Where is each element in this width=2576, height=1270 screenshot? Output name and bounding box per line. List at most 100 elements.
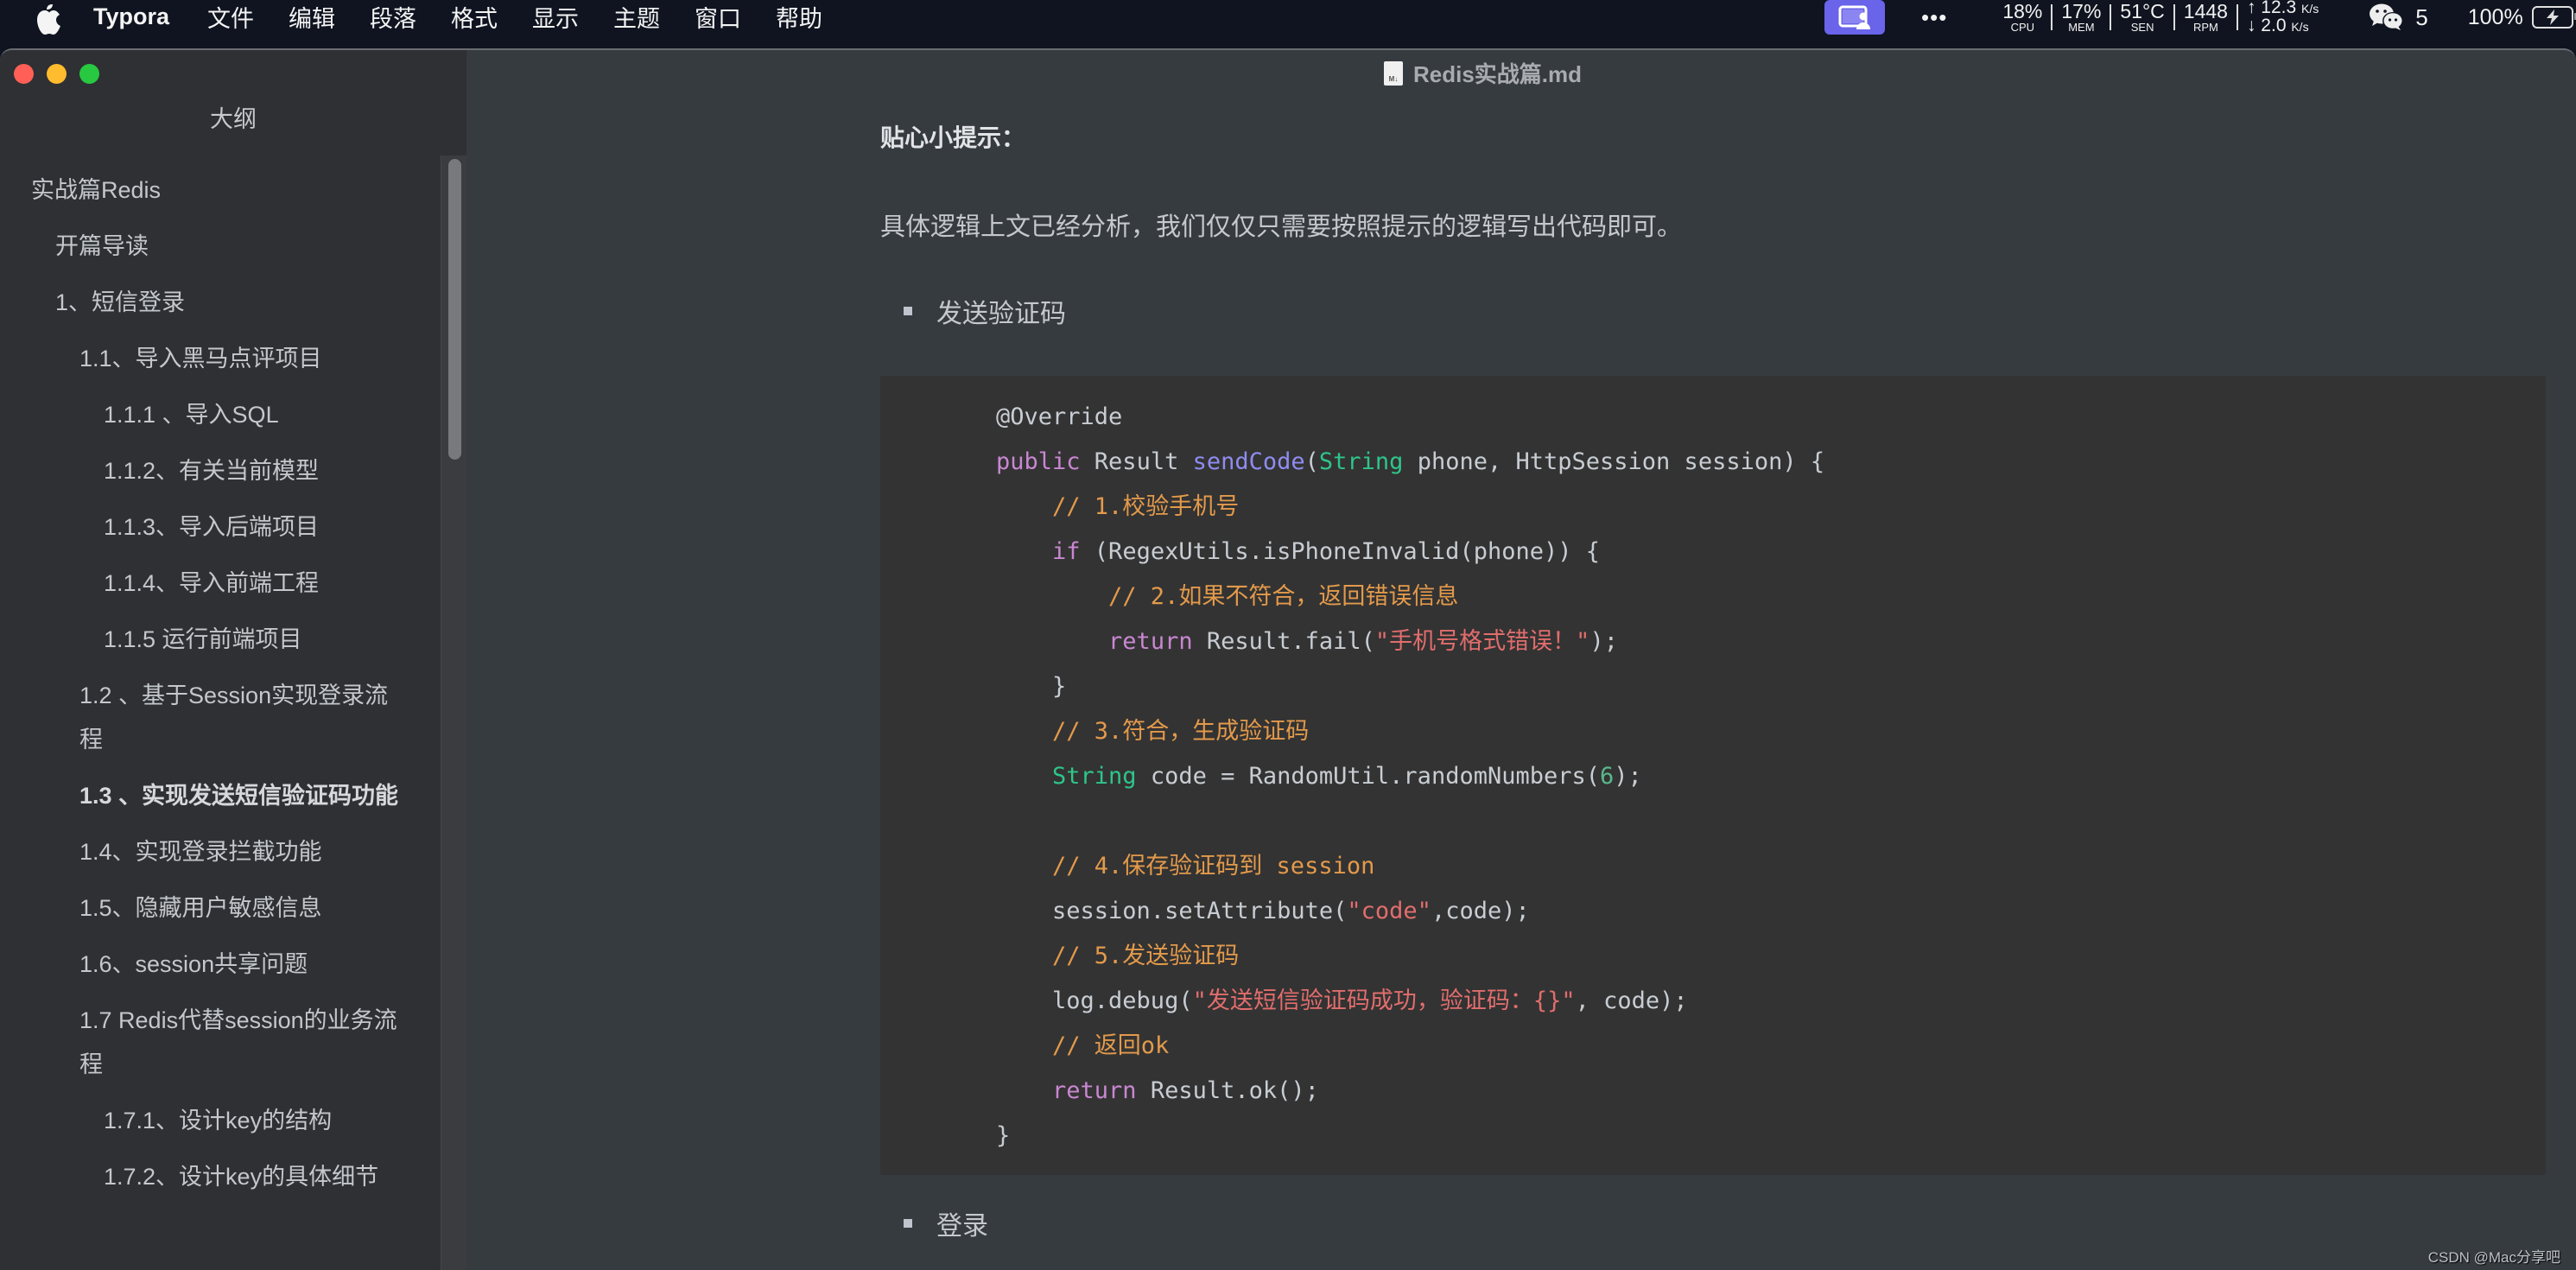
menu-file[interactable]: 文件: [207, 0, 254, 34]
code-token: ,code);: [1431, 898, 1530, 924]
cpu-stat[interactable]: 18% CPU: [1994, 1, 2051, 34]
minimize-window-button[interactable]: [47, 64, 67, 84]
code-token: }: [996, 1122, 1011, 1149]
outline-item[interactable]: 1、短信登录: [0, 275, 436, 331]
code-token: // 5.发送验证码: [996, 943, 1240, 969]
menu-window[interactable]: 窗口: [695, 0, 741, 34]
apple-logo-icon[interactable]: [33, 3, 62, 38]
code-token: code = RandomUtil.randomNumbers(: [1136, 763, 1601, 790]
outline-sidebar: 大纲 实战篇Redis 开篇导读 1、短信登录 1.1、导入黑马点评项目 1.1.1 、…: [0, 50, 467, 1270]
code-token: Result.ok();: [1136, 1077, 1319, 1104]
code-token: // 返回ok: [996, 1032, 1170, 1059]
screen-share-button[interactable]: [1824, 0, 1885, 35]
code-token: phone, HttpSession session) {: [1403, 448, 1825, 475]
outline-item[interactable]: 1.1.4、导入前端工程: [0, 556, 436, 612]
outline-title: 大纲: [210, 106, 257, 132]
typora-window: 大纲 实战篇Redis 开篇导读 1、短信登录 1.1、导入黑马点评项目 1.1.1 、…: [0, 48, 2576, 1270]
wechat-icon: [2370, 3, 2404, 30]
code-line: return Result.fail("手机号格式错误！");: [996, 619, 1824, 664]
paragraph: 具体逻辑上文已经分析，我们仅仅只需要按照提示的逻辑写出代码即可。: [880, 213, 1683, 241]
code-token: String: [1052, 763, 1137, 790]
outline-item[interactable]: 1.1、导入黑马点评项目: [0, 331, 436, 387]
code-line: // 5.发送验证码: [996, 934, 1824, 979]
code-token: // 2.如果不符合，返回错误信息: [996, 583, 1459, 610]
code-token: if: [1052, 538, 1081, 565]
code-line: @Override: [996, 395, 1824, 440]
outline-item[interactable]: 1.4、实现登录拦截功能: [0, 824, 436, 880]
battery-percent: 100%: [2467, 4, 2523, 29]
code-token: "手机号格式错误！": [1374, 628, 1590, 655]
wechat-unread-count: 5: [2415, 3, 2428, 30]
menu-theme[interactable]: 主题: [613, 0, 660, 34]
code-token: Result: [1094, 448, 1193, 475]
list-item-label: 登录: [936, 1212, 988, 1241]
code-token: Result.fail(: [1192, 628, 1375, 655]
code-token: }: [996, 673, 1067, 700]
code-line: // 返回ok: [996, 1024, 1824, 1069]
code-token: (RegexUtils.isPhoneInvalid(phone)) {: [1080, 538, 1600, 565]
net-down-value: ↓ 2.0: [2246, 16, 2287, 35]
outline-item[interactable]: 1.7 Redis代替session的业务流程: [0, 993, 436, 1093]
list-item-login: 登录: [904, 1204, 988, 1242]
outline-item[interactable]: 1.1.3、导入后端项目: [0, 499, 436, 556]
outline-scrollbar-thumb[interactable]: [448, 159, 461, 460]
battery-charging-icon: [2531, 6, 2576, 29]
menu-app-typora[interactable]: Typora: [93, 3, 169, 30]
fan-rpm-stat[interactable]: 1448 RPM: [2175, 1, 2237, 34]
outline-item[interactable]: 1.6、session共享问题: [0, 937, 436, 993]
mem-stat[interactable]: 17% MEM: [2053, 1, 2110, 34]
outline-item[interactable]: 1.5、隐藏用户敏感信息: [0, 880, 436, 937]
outline-item[interactable]: 开篇导读: [0, 219, 436, 275]
code-text: @Override public Result sendCode(String p…: [996, 395, 1824, 1159]
menu-view[interactable]: 显示: [532, 0, 579, 34]
battery-status[interactable]: 100%: [2467, 4, 2576, 30]
status-menu-extras: ••• 18% CPU 17% MEM 51°C SEN 1448 RPM ↑ …: [1824, 0, 2576, 35]
sensor-stat[interactable]: 51°C SEN: [2111, 1, 2173, 34]
ellipsis-icon[interactable]: •••: [1921, 6, 1947, 29]
outline-item[interactable]: 1.2 、基于Session实现登录流程: [0, 668, 436, 768]
zoom-window-button[interactable]: [79, 64, 99, 84]
code-token: // 3.符合，生成验证码: [996, 718, 1310, 745]
outline-scrollbar[interactable]: [441, 156, 467, 1270]
outline-list: 实战篇Redis 开篇导读 1、短信登录 1.1、导入黑马点评项目 1.1.1 、导入S…: [0, 162, 436, 1205]
code-token: String: [1318, 448, 1404, 475]
code-block[interactable]: @Override public Result sendCode(String p…: [880, 376, 2546, 1175]
outline-item[interactable]: 1.1.5 运行前端项目: [0, 612, 436, 668]
code-line: return Result.ok();: [996, 1069, 1824, 1114]
outline-item[interactable]: 1.1.2、有关当前模型: [0, 443, 436, 499]
code-token: "发送短信验证码成功，验证码：{}": [1192, 987, 1576, 1014]
outline-item[interactable]: 1.1.1 、导入SQL: [0, 387, 436, 443]
outline-item[interactable]: 1.7.1、设计key的结构: [0, 1093, 436, 1149]
code-token: // 1.校验手机号: [996, 493, 1240, 520]
outline-item[interactable]: 1.3 、实现发送短信验证码功能: [0, 768, 436, 824]
macos-menu-bar: Typora 文件 编辑 段落 格式 显示 主题 窗口 帮助 ••• 18% C…: [0, 0, 2576, 47]
menu-format[interactable]: 格式: [451, 0, 498, 34]
outline-item[interactable]: 1.7.2、设计key的具体细节: [0, 1149, 436, 1205]
code-token: // 4.保存验证码到 session: [996, 853, 1375, 879]
code-token: (: [1304, 448, 1319, 475]
wechat-status[interactable]: 5: [2369, 3, 2428, 32]
editor-content[interactable]: 贴心小提示： 具体逻辑上文已经分析，我们仅仅只需要按照提示的逻辑写出代码即可。 …: [466, 50, 2576, 1270]
code-line: // 4.保存验证码到 session: [996, 844, 1824, 889]
screen-share-icon: [1838, 5, 1870, 29]
code-token: @Override: [996, 403, 1123, 430]
network-stat[interactable]: ↑ 12.3 K/s ↓ 2.0 K/s: [2238, 0, 2327, 35]
outline-item[interactable]: 实战篇Redis: [0, 162, 436, 219]
net-up-value: ↑ 12.3: [2246, 0, 2297, 17]
menu-help[interactable]: 帮助: [776, 0, 822, 34]
code-line: }: [996, 1114, 1824, 1159]
menu-edit[interactable]: 编辑: [289, 0, 335, 34]
code-token: );: [1614, 763, 1642, 790]
code-token: 6: [1600, 763, 1615, 790]
close-window-button[interactable]: [14, 64, 34, 84]
code-token: return: [1052, 1077, 1137, 1104]
list-item-send-code: 发送验证码: [904, 292, 1066, 330]
code-line: public Result sendCode(String phone, Htt…: [996, 440, 1824, 485]
menu-paragraph[interactable]: 段落: [370, 0, 416, 34]
bullet-icon: [904, 307, 912, 315]
